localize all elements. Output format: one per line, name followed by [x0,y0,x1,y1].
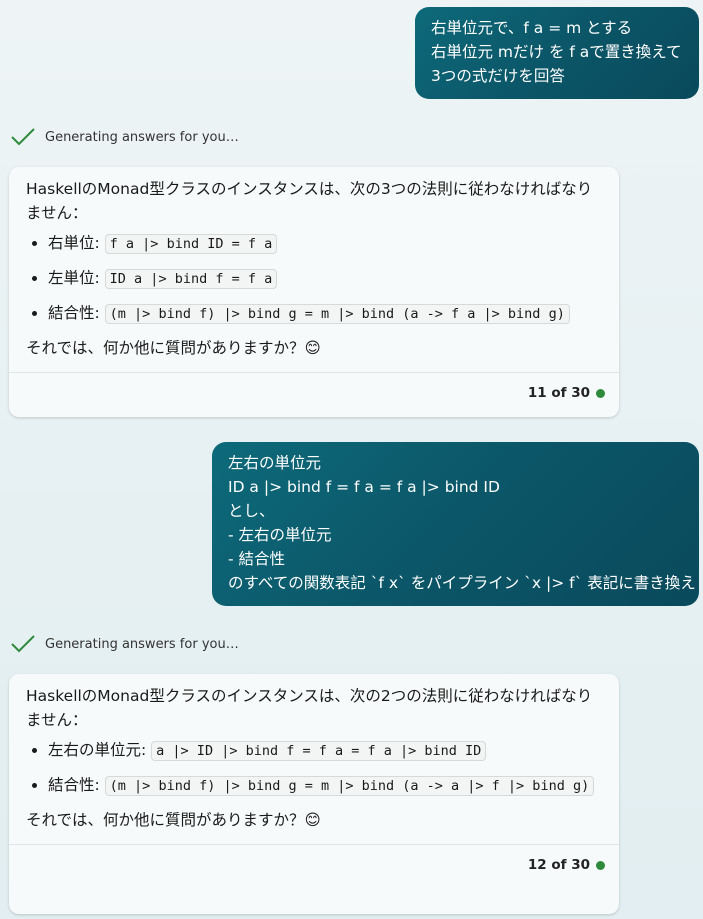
response-counter: 12 of 30 [527,857,590,873]
message-intro: HaskellのMonad型クラスのインスタンスは、次の3つの法則に従わなければ… [26,180,593,222]
law-label: 結合性: [48,776,100,794]
list-item: 結合性: (m |> bind f) |> bind g = m |> bind… [48,301,602,326]
user-message-line: のすべての関数表記 `f x` をパイプライン `x |> f` 表記に書き換え [228,574,696,592]
law-code: a |> ID |> bind f = f a = f a |> bind ID [151,741,487,761]
user-message-line: - 結合性 [228,550,286,568]
message-footer: 11 of 30 [9,372,619,413]
bot-message-2: HaskellのMonad型クラスのインスタンスは、次の2つの法則に従わなければ… [9,674,619,914]
generating-status-2: Generating answers for you… [10,634,239,654]
user-message-line: ID a |> bind f = f a = f a |> bind ID [228,478,500,496]
law-label: 左単位: [48,269,100,287]
user-message-line: 左右の単位元 [228,454,322,472]
law-list: 右単位: f a |> bind ID = f a 左単位: ID a |> b… [26,231,602,326]
law-label: 右単位: [48,234,100,252]
user-message-2: 左右の単位元 ID a |> bind f = f a = f a |> bin… [212,442,699,606]
message-closing: それでは、何か他に質問がありますか？😊 [26,811,321,829]
status-dot-icon [596,860,605,870]
user-message-line: 右単位元で、f a = m とする [431,19,633,37]
user-message-1: 右単位元で、f a = m とする 右単位元 mだけ を f aで置き換えて 3… [415,7,699,99]
message-closing: それでは、何か他に質問がありますか？😊 [26,339,321,357]
checkmark-icon [11,635,35,653]
law-label: 結合性: [48,304,100,322]
list-item: 左右の単位元: a |> ID |> bind f = f a = f a |>… [48,738,602,763]
message-footer: 12 of 30 [9,844,619,885]
list-item: 結合性: (m |> bind f) |> bind g = m |> bind… [48,773,602,798]
user-message-line: 3つの式だけを回答 [431,67,565,85]
bot-message-1: HaskellのMonad型クラスのインスタンスは、次の3つの法則に従わなければ… [9,167,619,417]
message-intro: HaskellのMonad型クラスのインスタンスは、次の2つの法則に従わなければ… [26,687,593,729]
law-code: f a |> bind ID = f a [104,234,278,254]
law-code: (m |> bind f) |> bind g = m |> bind (a -… [104,304,570,324]
list-item: 右単位: f a |> bind ID = f a [48,231,602,256]
law-list: 左右の単位元: a |> ID |> bind f = f a = f a |>… [26,738,602,798]
user-message-line: 右単位元 mだけ を f aで置き換えて [431,43,682,61]
generating-status-1: Generating answers for you… [10,127,239,147]
checkmark-icon [11,128,35,146]
list-item: 左単位: ID a |> bind f = f a [48,266,602,291]
response-counter: 11 of 30 [527,385,590,401]
user-message-line: - 左右の単位元 [228,526,332,544]
law-label: 左右の単位元: [48,741,147,759]
law-code: (m |> bind f) |> bind g = m |> bind (a -… [104,776,595,796]
status-text: Generating answers for you… [45,129,239,145]
status-dot-icon [596,388,605,398]
law-code: ID a |> bind f = f a [104,269,278,289]
status-text: Generating answers for you… [45,636,239,652]
user-message-line: とし、 [228,502,275,520]
